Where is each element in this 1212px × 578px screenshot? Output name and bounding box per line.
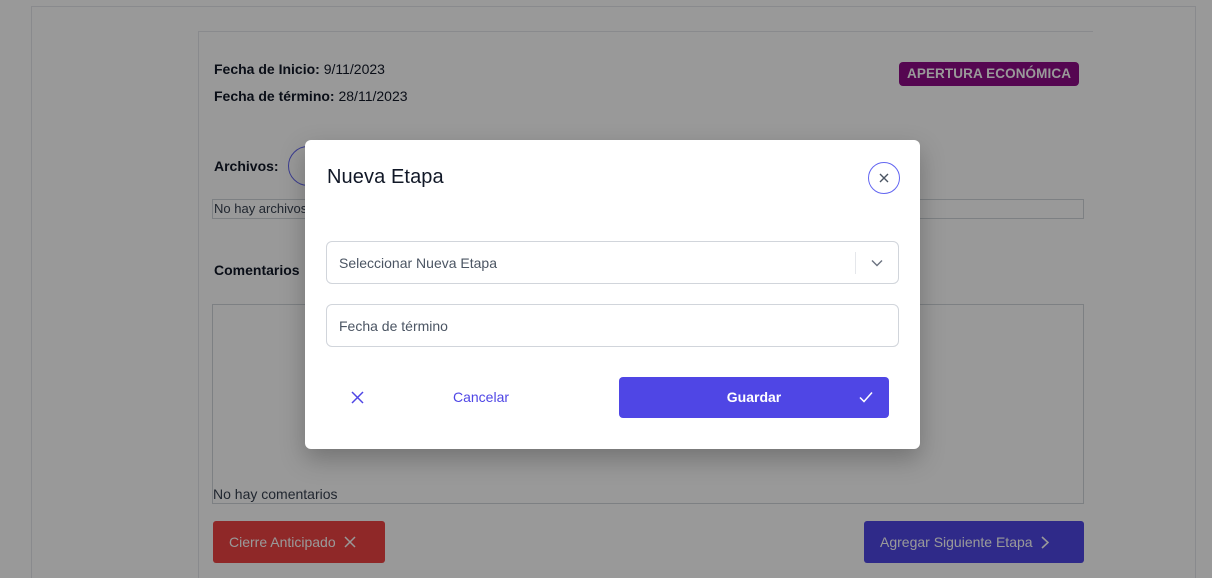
end-date-input[interactable] xyxy=(326,304,899,347)
select-divider xyxy=(855,252,856,274)
cancel-label: Cancelar xyxy=(453,389,510,405)
stage-select-placeholder: Seleccionar Nueva Etapa xyxy=(339,254,497,271)
check-icon xyxy=(859,392,873,403)
x-icon xyxy=(351,391,364,404)
modal-title: Nueva Etapa xyxy=(327,166,444,188)
save-label: Guardar xyxy=(726,389,782,405)
cancel-button[interactable]: Cancelar xyxy=(335,377,605,418)
stage-select[interactable]: Seleccionar Nueva Etapa xyxy=(326,241,899,284)
chevron-down-icon xyxy=(871,260,883,267)
save-button[interactable]: Guardar xyxy=(619,377,889,418)
close-icon xyxy=(879,173,889,183)
close-modal-button[interactable] xyxy=(868,162,900,194)
new-stage-modal: Nueva Etapa Seleccionar Nueva Etapa Canc… xyxy=(305,140,920,449)
